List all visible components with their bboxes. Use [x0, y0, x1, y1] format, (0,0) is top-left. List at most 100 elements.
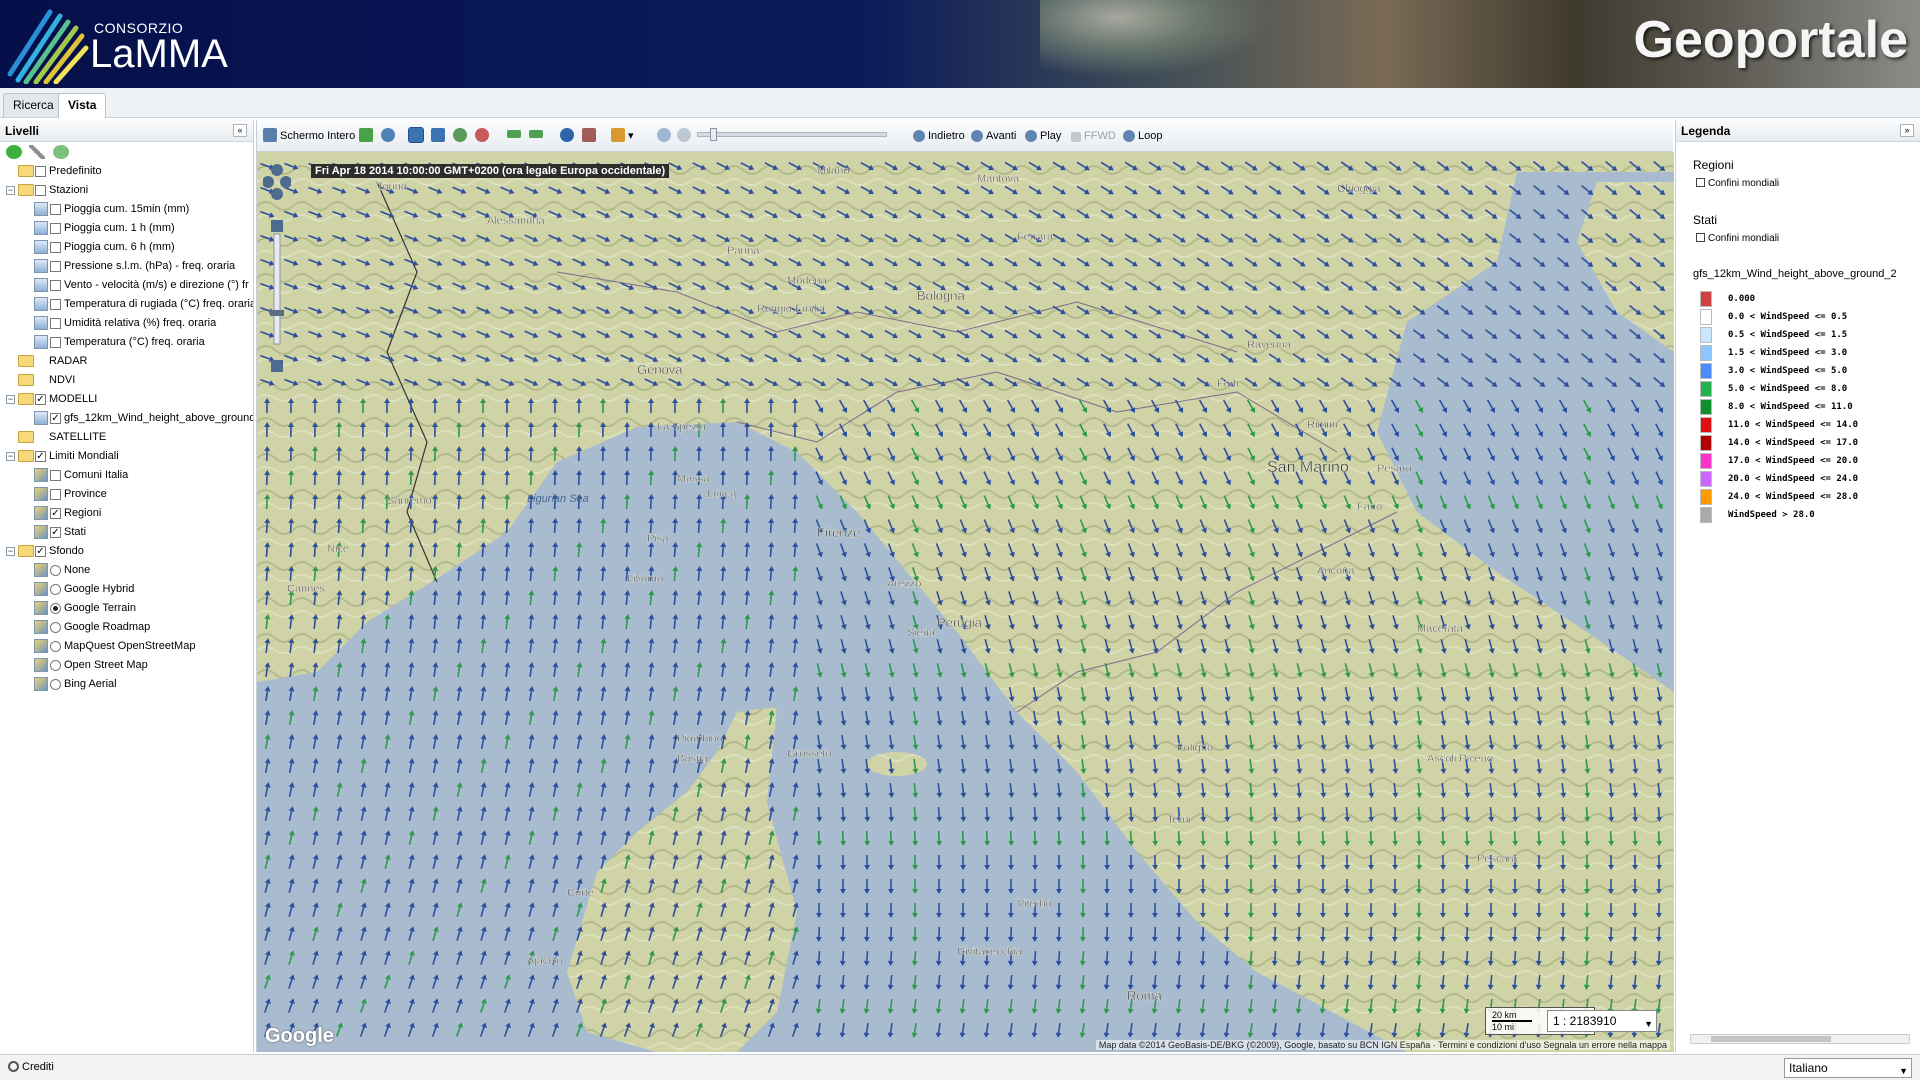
fullscreen-button[interactable]: Schermo Intero [263, 128, 355, 145]
layer-checkbox[interactable]: ✓ [50, 413, 61, 424]
layer-tree-item[interactable]: Pioggia cum. 6 h (mm) [0, 238, 253, 257]
layer-checkbox[interactable] [35, 185, 46, 196]
layer-tree-item[interactable]: Bing Aerial [0, 675, 253, 694]
basemap-radio[interactable] [50, 622, 61, 633]
layer-tree-item[interactable]: Pioggia cum. 1 h (mm) [0, 219, 253, 238]
layer-tree-item[interactable]: Google Roadmap [0, 618, 253, 637]
collapse-node-icon[interactable]: − [6, 395, 15, 404]
layer-tree-item[interactable]: Pressione s.l.m. (hPa) - freq. oraria [0, 257, 253, 276]
layer-checkbox[interactable]: ✓ [50, 527, 61, 538]
zoom-extent-button[interactable] [359, 128, 376, 145]
layer-checkbox[interactable] [50, 337, 61, 348]
layer-tree-item[interactable]: SATELLITE [0, 428, 253, 447]
layer-tree-item[interactable]: − ✓ MODELLI [0, 390, 253, 409]
next-extent-button[interactable] [529, 128, 546, 145]
collapse-right-icon[interactable]: » [1900, 124, 1914, 137]
layer-tree-item[interactable]: Temperatura (°C) freq. oraria [0, 333, 253, 352]
layer-checkbox[interactable] [50, 318, 61, 329]
pan-right-icon[interactable] [280, 176, 291, 188]
pan-up-icon[interactable] [271, 164, 283, 176]
layer-tree-item[interactable]: − ✓ Sfondo [0, 542, 253, 561]
previous-extent-button[interactable] [507, 128, 524, 145]
pan-down-icon[interactable] [271, 188, 283, 200]
layer-checkbox[interactable] [50, 280, 61, 291]
basemap-radio[interactable] [50, 679, 61, 690]
layer-checkbox[interactable] [50, 242, 61, 253]
layer-checkbox[interactable] [50, 489, 61, 500]
time-slider-track[interactable] [697, 128, 888, 141]
layer-checkbox[interactable] [50, 470, 61, 481]
layer-checkbox[interactable]: ✓ [35, 546, 46, 557]
basemap-radio[interactable] [50, 641, 61, 652]
zoom-box-in-button[interactable] [408, 127, 426, 145]
add-layer-icon[interactable] [6, 145, 22, 159]
ffwd-button[interactable]: FFWD [1071, 128, 1116, 145]
collapse-node-icon[interactable]: − [6, 452, 15, 461]
zoom-pan-control[interactable] [263, 160, 291, 380]
zoom-out-button[interactable] [475, 128, 492, 145]
layer-tree-item[interactable]: Province [0, 485, 253, 504]
layer-checkbox[interactable] [50, 204, 61, 215]
layer-tree-item[interactable]: MapQuest OpenStreetMap [0, 637, 253, 656]
layer-tree-item[interactable]: Predefinito [0, 162, 253, 181]
time-reset-button[interactable] [657, 128, 674, 145]
scrollbar-thumb[interactable] [1711, 1036, 1831, 1042]
layer-tree-item[interactable]: ✓ gfs_12km_Wind_height_above_ground [0, 409, 253, 428]
scale-dropdown[interactable]: 1 : 2183910 ▼ [1547, 1010, 1657, 1032]
zoom-slider-thumb[interactable] [270, 310, 284, 316]
measure-button[interactable]: ▾ [611, 128, 634, 145]
back-button[interactable]: Indietro [913, 128, 965, 145]
language-select[interactable]: Italiano ▼ [1784, 1058, 1912, 1078]
layer-tree-item[interactable]: Pioggia cum. 15min (mm) [0, 200, 253, 219]
legend-scrollbar[interactable] [1690, 1034, 1910, 1044]
time-slider-thumb[interactable] [710, 128, 718, 141]
remove-layer-icon[interactable] [29, 145, 46, 159]
zoom-in-button[interactable] [453, 128, 470, 145]
collapse-node-icon[interactable]: − [6, 186, 15, 195]
tab-ricerca[interactable]: Ricerca [3, 93, 64, 117]
pan-button[interactable] [381, 128, 398, 145]
map-attribution[interactable]: Map data ©2014 GeoBasis-DE/BKG (©2009), … [1095, 1040, 1670, 1050]
layer-tree-item[interactable]: Vento - velocità (m/s) e direzione (°) f… [0, 276, 253, 295]
layer-tree-item[interactable]: − Stazioni [0, 181, 253, 200]
play-button[interactable]: Play [1025, 128, 1061, 145]
zoom-out-map-icon[interactable] [271, 360, 283, 372]
layer-tree-item[interactable]: Comuni Italia [0, 466, 253, 485]
layer-tree-item[interactable]: Google Terrain [0, 599, 253, 618]
layer-checkbox[interactable] [50, 299, 61, 310]
layer-tree-item[interactable]: Umidità relativa (%) freq. oraria [0, 314, 253, 333]
forward-button[interactable]: Avanti [971, 128, 1016, 145]
basemap-radio[interactable] [50, 584, 61, 595]
zoom-slider-track[interactable] [273, 233, 281, 345]
collapse-left-icon[interactable]: « [233, 124, 247, 137]
collapse-node-icon[interactable]: − [6, 547, 15, 556]
basemap-radio[interactable] [50, 565, 61, 576]
loop-button[interactable]: Loop [1123, 128, 1162, 145]
layer-tree-item[interactable]: ✓ Stati [0, 523, 253, 542]
layer-checkbox[interactable]: ✓ [35, 451, 46, 462]
query-button[interactable] [582, 128, 599, 145]
layer-checkbox[interactable] [50, 223, 61, 234]
layer-checkbox[interactable] [50, 261, 61, 272]
layer-tree-item[interactable]: NDVI [0, 371, 253, 390]
layer-checkbox[interactable] [35, 166, 46, 177]
pan-left-icon[interactable] [263, 176, 274, 188]
layer-checkbox[interactable]: ✓ [35, 394, 46, 405]
layer-tree-item[interactable]: Open Street Map [0, 656, 253, 675]
info-button[interactable] [560, 128, 577, 145]
layer-checkbox[interactable]: ✓ [50, 508, 61, 519]
time-slider[interactable] [677, 128, 888, 145]
layer-tree-item[interactable]: None [0, 561, 253, 580]
layer-tree-item[interactable]: ✓ Regioni [0, 504, 253, 523]
layer-tree-item[interactable]: Temperatura di rugiada (°C) freq. oraria [0, 295, 253, 314]
layer-properties-icon[interactable] [52, 145, 69, 159]
layer-tree-item[interactable]: Google Hybrid [0, 580, 253, 599]
basemap-radio[interactable] [50, 603, 61, 614]
zoom-in-map-icon[interactable] [271, 220, 283, 232]
layer-tree-item[interactable]: − ✓ Limiti Mondiali [0, 447, 253, 466]
credits-button[interactable]: Crediti [8, 1061, 54, 1073]
tab-vista[interactable]: Vista [58, 93, 107, 118]
map-canvas[interactable]: Torino Milano Alessandria Parma Modena Bologn… [257, 152, 1674, 1052]
basemap-radio[interactable] [50, 660, 61, 671]
layer-tree-item[interactable]: RADAR [0, 352, 253, 371]
